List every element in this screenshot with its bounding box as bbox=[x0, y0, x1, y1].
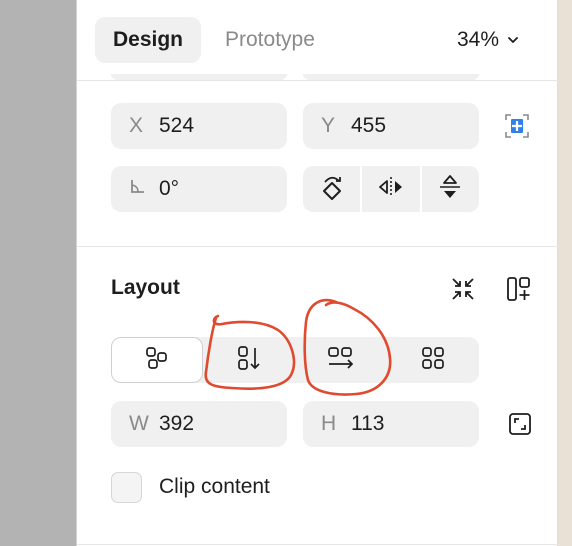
canvas-edge bbox=[558, 0, 572, 546]
freeform-layout-button[interactable] bbox=[111, 337, 203, 383]
resize-to-fit-icon[interactable] bbox=[505, 408, 535, 440]
tab-prototype[interactable]: Prototype bbox=[225, 17, 315, 63]
transform-button-group bbox=[303, 166, 479, 212]
clip-content-label: Clip content bbox=[159, 475, 270, 498]
layout-section-title: Layout bbox=[111, 276, 180, 299]
x-position-field[interactable]: X 524 bbox=[111, 103, 287, 149]
rotation-value: 0° bbox=[159, 177, 180, 200]
height-field[interactable]: H 113 bbox=[303, 401, 479, 447]
y-value: 455 bbox=[351, 114, 387, 137]
design-panel: Design Prototype 34% X 524 Y 455 0° Layo… bbox=[76, 0, 559, 546]
y-label: Y bbox=[321, 114, 336, 137]
x-label: X bbox=[129, 114, 144, 137]
chevron-down-icon bbox=[507, 28, 519, 52]
vertical-layout-button[interactable] bbox=[203, 337, 295, 383]
angle-icon bbox=[129, 177, 159, 201]
freeform-layout-icon bbox=[144, 345, 170, 376]
flip-vertical-icon bbox=[438, 173, 462, 206]
w-value: 392 bbox=[159, 412, 195, 435]
flip-horizontal-icon bbox=[377, 175, 405, 204]
clip-content-checkbox[interactable] bbox=[111, 472, 142, 503]
flip-vertical-button[interactable] bbox=[422, 166, 479, 212]
grid-layout-icon bbox=[420, 345, 446, 376]
constraints-icon[interactable] bbox=[501, 110, 533, 142]
layout-direction-group bbox=[111, 337, 479, 383]
x-value: 524 bbox=[159, 114, 195, 137]
section-divider-bottom bbox=[77, 544, 559, 545]
grid-layout-button[interactable] bbox=[387, 337, 479, 383]
w-label: W bbox=[129, 412, 149, 435]
vertical-layout-icon bbox=[236, 344, 262, 377]
header-divider bbox=[77, 80, 559, 81]
collapse-icon[interactable] bbox=[447, 274, 479, 304]
add-layout-icon[interactable] bbox=[503, 274, 535, 304]
horizontal-layout-button[interactable] bbox=[295, 337, 387, 383]
canvas-background bbox=[0, 0, 76, 546]
section-divider bbox=[77, 246, 559, 247]
h-label: H bbox=[321, 412, 337, 435]
y-position-field[interactable]: Y 455 bbox=[303, 103, 479, 149]
rotate-90-icon bbox=[319, 172, 345, 207]
tab-design[interactable]: Design bbox=[95, 17, 201, 63]
width-field[interactable]: W 392 bbox=[111, 401, 287, 447]
zoom-value: 34% bbox=[457, 28, 500, 51]
rotation-field[interactable]: 0° bbox=[111, 166, 287, 212]
h-value: 113 bbox=[351, 412, 385, 435]
zoom-dropdown[interactable]: 34% bbox=[457, 17, 519, 63]
horizontal-layout-icon bbox=[326, 345, 356, 376]
rotate-90-button[interactable] bbox=[303, 166, 363, 212]
flip-horizontal-button[interactable] bbox=[362, 166, 422, 212]
